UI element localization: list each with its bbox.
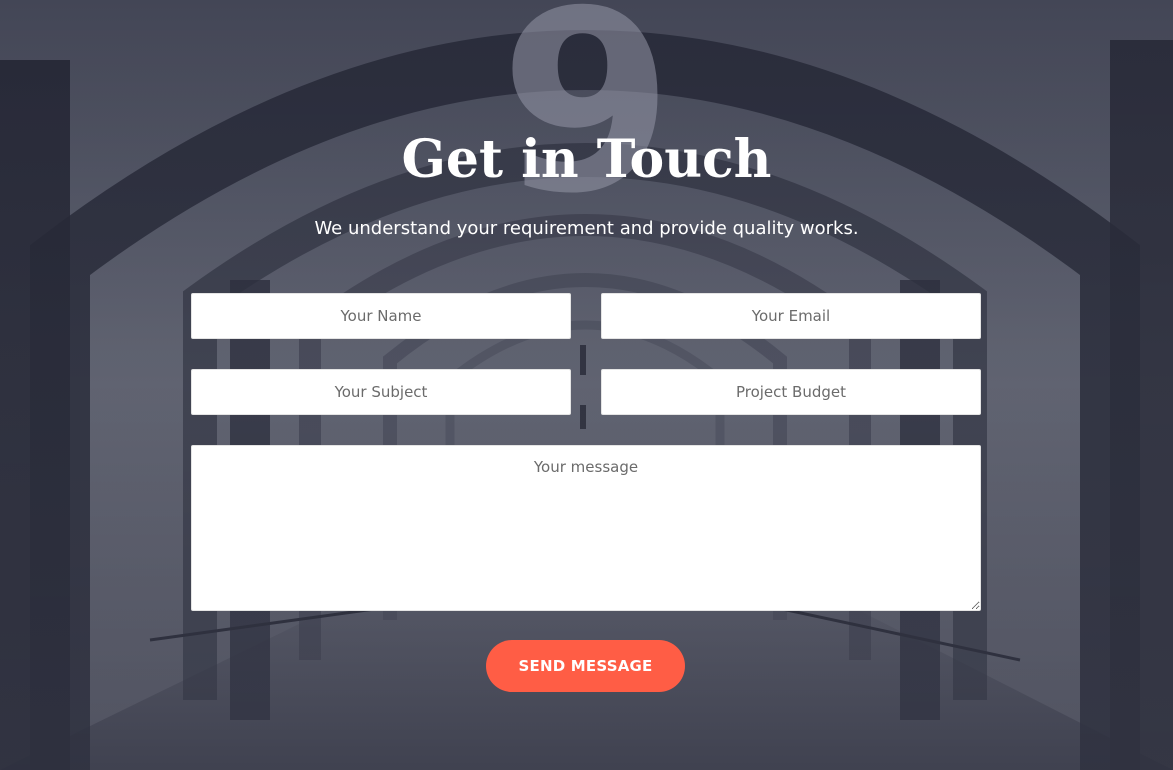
email-input[interactable] (601, 293, 981, 339)
subject-input[interactable] (191, 369, 571, 415)
contact-section: 9 Get in Touch We understand your requir… (0, 0, 1173, 770)
budget-input[interactable] (601, 369, 981, 415)
decorative-section-number: 9 (499, 0, 674, 248)
send-message-button[interactable]: SEND MESSAGE (486, 640, 685, 692)
section-title: Get in Touch (401, 129, 772, 190)
section-subtitle: We understand your requirement and provi… (314, 218, 859, 239)
message-textarea[interactable] (191, 445, 981, 611)
name-input[interactable] (191, 293, 571, 339)
